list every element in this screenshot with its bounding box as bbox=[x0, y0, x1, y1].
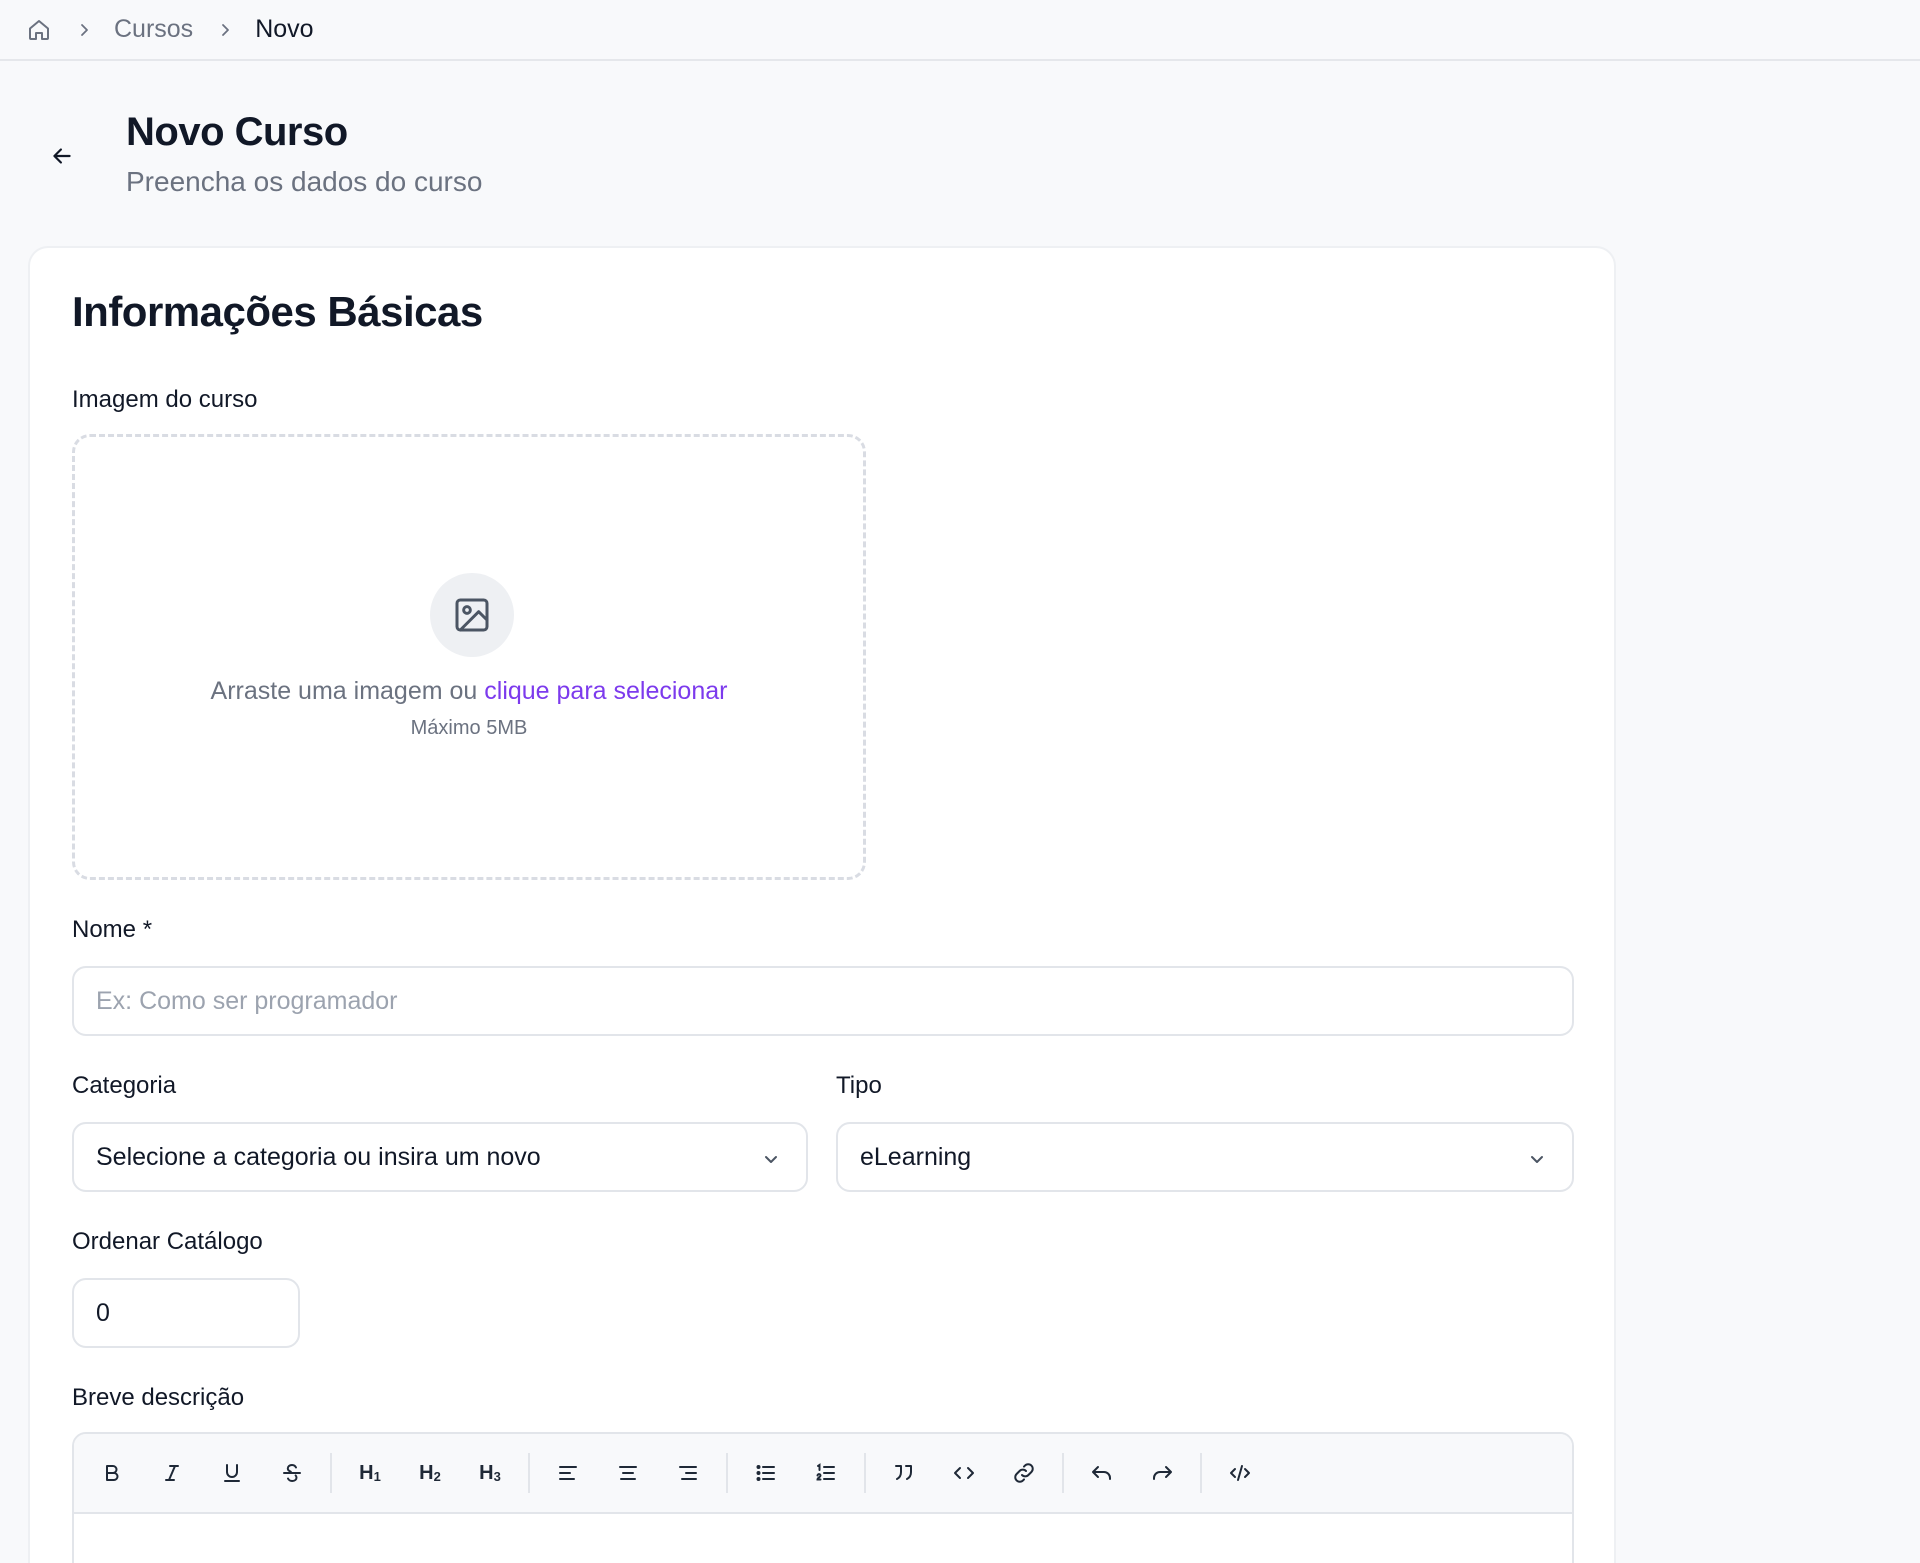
undo-button[interactable] bbox=[1078, 1449, 1126, 1497]
underline-icon bbox=[220, 1461, 244, 1485]
blockquote-button[interactable] bbox=[880, 1449, 928, 1497]
image-icon bbox=[430, 573, 514, 657]
type-select[interactable]: eLearning bbox=[836, 1122, 1574, 1192]
dropzone-prompt: Arraste uma imagem ou clique para seleci… bbox=[75, 677, 863, 706]
undo-icon bbox=[1090, 1461, 1114, 1485]
chevron-right-icon bbox=[215, 20, 235, 40]
heading-2-button[interactable]: H2 bbox=[406, 1449, 454, 1497]
heading-1-icon: H1 bbox=[359, 1462, 381, 1485]
link-icon bbox=[1012, 1461, 1036, 1485]
back-button[interactable] bbox=[44, 138, 80, 174]
category-select-value: Selecione a categoria ou insira um novo bbox=[96, 1142, 541, 1171]
toolbar-divider bbox=[1200, 1453, 1202, 1493]
heading-2-level: 2 bbox=[433, 1468, 441, 1484]
image-dropzone[interactable]: Arraste uma imagem ou clique para seleci… bbox=[72, 434, 866, 880]
select-file-link[interactable]: clique para selecionar bbox=[484, 677, 727, 705]
name-input[interactable]: Ex: Como ser programador bbox=[72, 966, 1574, 1036]
page-subtitle: Preencha os dados do curso bbox=[126, 166, 483, 197]
align-right-icon bbox=[676, 1461, 700, 1485]
quote-icon bbox=[892, 1461, 916, 1485]
toolbar-divider bbox=[864, 1453, 866, 1493]
bullet-list-icon bbox=[754, 1461, 778, 1485]
strikethrough-icon bbox=[280, 1461, 304, 1485]
chevron-down-icon bbox=[1526, 1148, 1548, 1170]
name-label: Nome * bbox=[72, 916, 153, 943]
editor-toolbar: H1 H2 H3 bbox=[74, 1434, 1572, 1514]
align-center-icon bbox=[616, 1461, 640, 1485]
toolbar-divider bbox=[330, 1453, 332, 1493]
editor-content-area[interactable] bbox=[74, 1514, 1572, 1563]
heading-1-button[interactable]: H1 bbox=[346, 1449, 394, 1497]
heading-1-letter: H bbox=[359, 1461, 374, 1484]
basic-info-card: Informações Básicas Imagem do curso Arra… bbox=[28, 246, 1616, 1563]
dropzone-hint: Máximo 5MB bbox=[410, 717, 528, 739]
heading-1-level: 1 bbox=[373, 1468, 381, 1484]
heading-3-letter: H bbox=[479, 1461, 494, 1484]
source-code-icon bbox=[1228, 1461, 1252, 1485]
breadcrumb-current: Novo bbox=[255, 15, 314, 43]
align-left-button[interactable] bbox=[544, 1449, 592, 1497]
dropzone-prompt-text: Arraste uma imagem ou bbox=[210, 677, 478, 705]
description-label: Breve descrição bbox=[72, 1384, 245, 1411]
redo-icon bbox=[1150, 1461, 1174, 1485]
type-select-value: eLearning bbox=[860, 1142, 972, 1171]
code-icon bbox=[952, 1461, 976, 1485]
heading-3-button[interactable]: H3 bbox=[466, 1449, 514, 1497]
align-left-icon bbox=[556, 1461, 580, 1485]
toolbar-divider bbox=[1062, 1453, 1064, 1493]
type-label: Tipo bbox=[836, 1072, 882, 1099]
arrow-left-icon bbox=[49, 143, 75, 169]
numbered-list-icon bbox=[814, 1461, 838, 1485]
toolbar-divider bbox=[726, 1453, 728, 1493]
italic-icon bbox=[160, 1461, 184, 1485]
align-right-button[interactable] bbox=[664, 1449, 712, 1497]
heading-3-level: 3 bbox=[493, 1468, 501, 1484]
strikethrough-button[interactable] bbox=[268, 1449, 316, 1497]
underline-button[interactable] bbox=[208, 1449, 256, 1497]
category-label: Categoria bbox=[72, 1072, 177, 1099]
heading-2-letter: H bbox=[419, 1461, 434, 1484]
category-select[interactable]: Selecione a categoria ou insira um novo bbox=[72, 1122, 808, 1192]
align-center-button[interactable] bbox=[604, 1449, 652, 1497]
breadcrumb: Cursos Novo bbox=[0, 0, 1920, 61]
home-icon[interactable] bbox=[26, 17, 52, 43]
redo-button[interactable] bbox=[1138, 1449, 1186, 1497]
order-label: Ordenar Catálogo bbox=[72, 1228, 263, 1255]
italic-button[interactable] bbox=[148, 1449, 196, 1497]
bullet-list-button[interactable] bbox=[742, 1449, 790, 1497]
order-input[interactable]: 0 bbox=[72, 1278, 300, 1348]
heading-2-icon: H2 bbox=[419, 1462, 441, 1485]
heading-3-icon: H3 bbox=[479, 1462, 501, 1485]
chevron-right-icon bbox=[74, 20, 94, 40]
breadcrumb-cursos-link[interactable]: Cursos bbox=[114, 15, 193, 44]
toolbar-divider bbox=[528, 1453, 530, 1493]
section-title: Informações Básicas bbox=[72, 288, 483, 335]
image-label: Imagem do curso bbox=[72, 386, 258, 413]
description-editor[interactable]: H1 H2 H3 bbox=[72, 1432, 1574, 1563]
page-title: Novo Curso bbox=[126, 110, 348, 154]
link-button[interactable] bbox=[1000, 1449, 1048, 1497]
code-button[interactable] bbox=[940, 1449, 988, 1497]
source-code-button[interactable] bbox=[1216, 1449, 1264, 1497]
chevron-down-icon bbox=[760, 1148, 782, 1170]
bold-button[interactable] bbox=[88, 1449, 136, 1497]
numbered-list-button[interactable] bbox=[802, 1449, 850, 1497]
bold-icon bbox=[100, 1461, 124, 1485]
